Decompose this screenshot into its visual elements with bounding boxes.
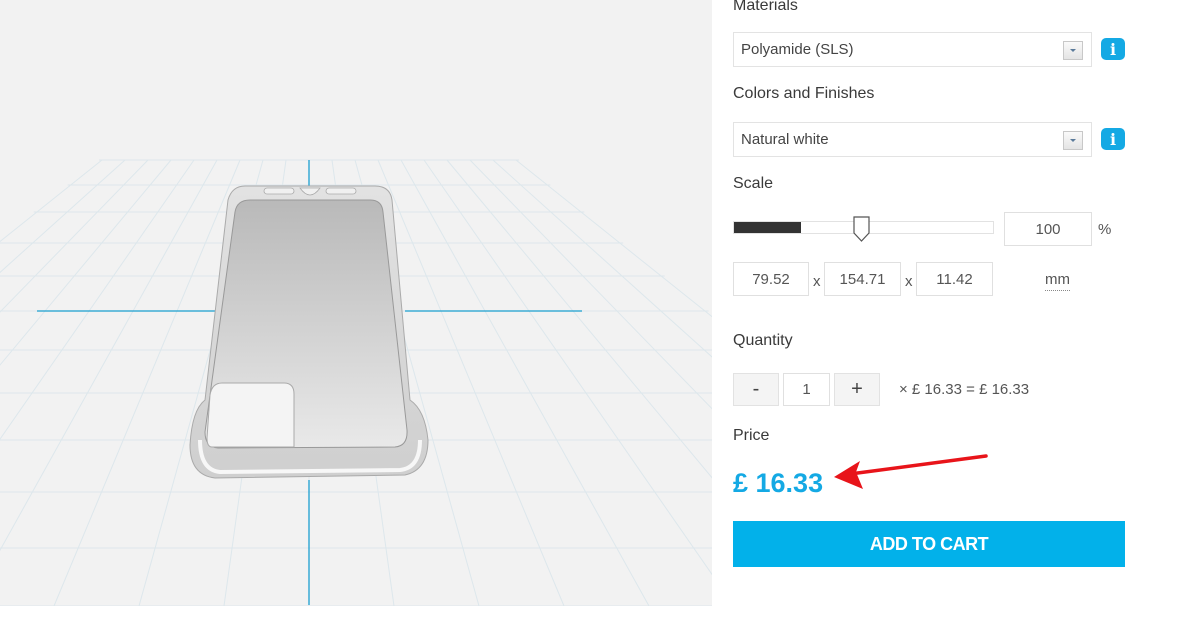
- materials-selected-value: Polyamide (SLS): [741, 41, 854, 58]
- scale-slider-fill: [734, 222, 801, 233]
- colors-selected-value: Natural white: [741, 131, 829, 148]
- materials-select[interactable]: Polyamide (SLS): [733, 32, 1092, 67]
- unit-selector[interactable]: mm: [1045, 271, 1070, 291]
- quantity-equation: × £ 16.33 = £ 16.33: [899, 381, 1030, 398]
- quantity-decrement-button[interactable]: -: [733, 373, 779, 406]
- price-value: £ 16.33: [733, 468, 824, 498]
- arrow-head: [834, 461, 863, 489]
- grid-line-v: [400, 159, 650, 606]
- model-viewer[interactable]: [0, 0, 712, 606]
- quantity-label: Quantity: [733, 332, 793, 349]
- quantity-input[interactable]: 1: [783, 373, 830, 406]
- arrow-shaft: [848, 454, 988, 476]
- dimension-x-input[interactable]: 79.52: [733, 262, 809, 296]
- viewer-canvas[interactable]: [0, 0, 712, 606]
- camera-cutout: [206, 382, 295, 448]
- grid-line-v: [515, 159, 712, 318]
- materials-label: Materials: [733, 0, 798, 14]
- percent-unit: %: [1098, 221, 1112, 238]
- scale-slider-thumb[interactable]: [853, 216, 870, 242]
- grid-line-v: [469, 159, 712, 410]
- grid-line-v: [0, 159, 149, 313]
- scale-label: Scale: [733, 175, 774, 192]
- grid-line-v: [0, 159, 172, 366]
- chevron-down-icon[interactable]: [1063, 131, 1083, 150]
- dimension-y-input[interactable]: 154.71: [824, 262, 901, 296]
- dimension-separator: x: [813, 273, 821, 290]
- colors-label: Colors and Finishes: [733, 85, 875, 102]
- add-to-cart-button[interactable]: ADD TO CART: [733, 521, 1125, 567]
- quantity-increment-button[interactable]: +: [834, 373, 880, 406]
- phone-case-model[interactable]: [189, 185, 429, 479]
- chevron-down-icon[interactable]: [1063, 41, 1083, 60]
- scale-percent-input[interactable]: 100: [1004, 212, 1092, 246]
- dimension-z-input[interactable]: 11.42: [916, 262, 993, 296]
- grid-line-v: [492, 159, 712, 358]
- dimension-separator: x: [905, 273, 913, 290]
- grid-line-v: [0, 159, 218, 552]
- colors-info-icon[interactable]: i: [1101, 128, 1125, 150]
- speaker-slots: [263, 187, 357, 196]
- materials-info-icon[interactable]: i: [1101, 38, 1125, 60]
- grid-line-v: [0, 159, 195, 440]
- colors-select[interactable]: Natural white: [733, 122, 1092, 157]
- price-label: Price: [733, 427, 770, 444]
